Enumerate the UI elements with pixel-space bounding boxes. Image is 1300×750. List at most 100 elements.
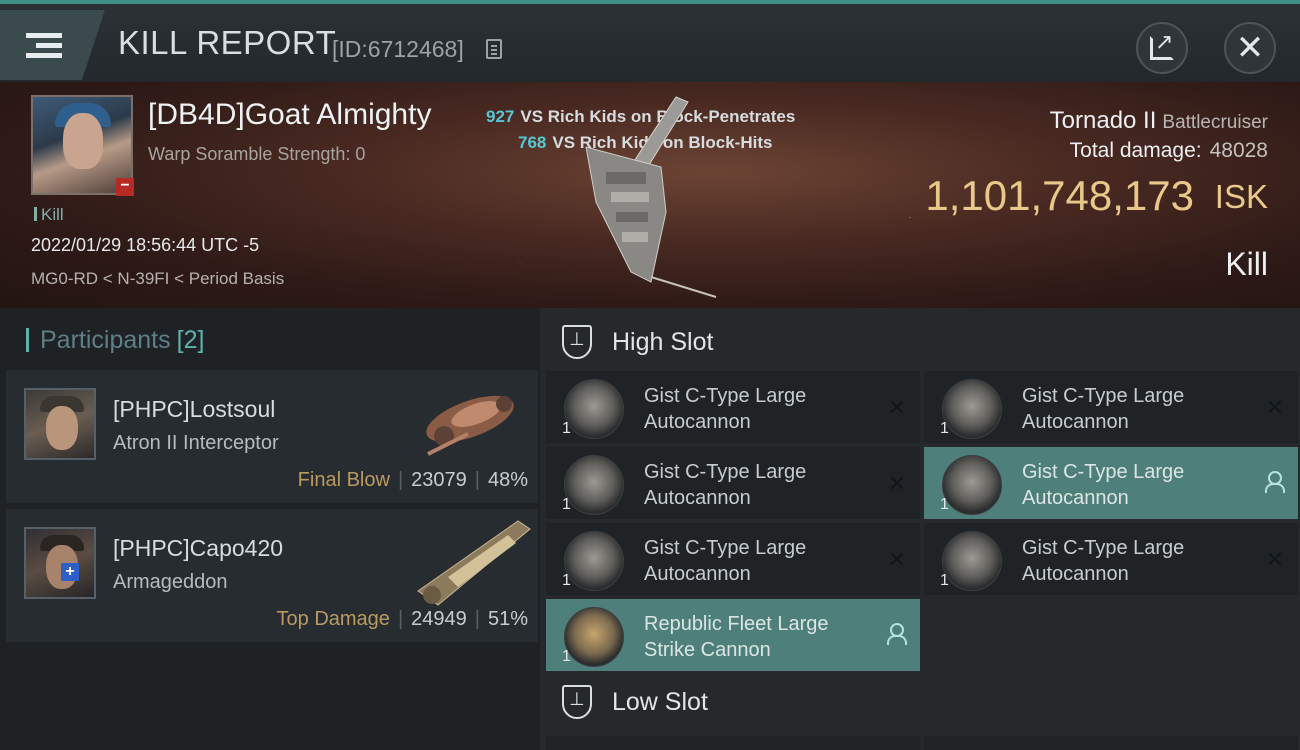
total-damage-label: Total damage: (1069, 139, 1202, 162)
close-button[interactable]: ✕ (1224, 22, 1276, 74)
report-id: [ID:6712468] (332, 36, 464, 62)
total-damage-value: 48028 (1209, 139, 1268, 162)
participant-damage: 23079 (411, 469, 467, 491)
warp-scramble-strength: Warp Soramble Strength: 0 (148, 144, 366, 164)
participants-panel: Participants [2] [PHPC]Lostsoul Atron II … (0, 308, 540, 750)
ship-class: Battlecruiser (1162, 112, 1268, 133)
module-quantity: 1 (940, 420, 949, 437)
module-slot[interactable]: 1 Gist C-Type Large Autocannon ✕ (546, 447, 920, 519)
participant-stats: Top Damage | 24949 | 51% (277, 608, 528, 631)
participant-name[interactable]: [PHPC]Lostsoul (113, 396, 275, 423)
module-slot[interactable]: 1 Gist C-Type Large Autocannon ✕ (924, 371, 1298, 443)
participant-card[interactable]: [PHPC]Lostsoul Atron II Interceptor Fina… (6, 370, 538, 503)
close-icon: ✕ (1235, 29, 1265, 67)
module-name: Gist C-Type Large Autocannon (644, 385, 807, 433)
module-quantity: 1 (940, 572, 949, 589)
kill-datetime: 2022/01/29 18:56:44 UTC -5 (31, 235, 260, 255)
low-slot-icon (562, 685, 592, 719)
isk-value: 1,101,748,173 (925, 172, 1194, 219)
total-damage: Total damage: 48028 (1070, 139, 1268, 163)
module-quantity: 1 (562, 496, 571, 513)
module-slot[interactable]: 1 Gist C-Type Large Autocannon ✕ (546, 371, 920, 443)
kill-tag: Kill (34, 205, 64, 225)
destroyed-icon: ✕ (887, 395, 906, 420)
destroyed-icon: ✕ (887, 471, 906, 496)
high-slot-icon (562, 325, 592, 359)
high-slot-label: High Slot (612, 327, 714, 356)
module-quantity: 1 (562, 572, 571, 589)
autocannon-icon (942, 455, 1002, 515)
participant-stats: Final Blow | 23079 | 48% (298, 469, 528, 492)
isk-unit: ISK (1214, 178, 1268, 215)
participants-label: Participants (40, 326, 171, 354)
module-quantity: 1 (940, 496, 949, 513)
participant-ship: Atron II Interceptor (113, 432, 279, 454)
module-name: Gist C-Type Large Autocannon (1022, 537, 1185, 585)
avatar[interactable] (24, 388, 96, 460)
plus-badge-icon: + (61, 563, 79, 581)
fitting-panel: High Slot 1 Gist C-Type Large Autocannon… (540, 308, 1300, 750)
module-name: Gist C-Type Large Autocannon (644, 461, 807, 509)
page-title: KILL REPORT (118, 24, 337, 61)
participant-damage: 24949 (411, 608, 467, 630)
result-label: Kill (1225, 246, 1268, 282)
share-button[interactable] (1136, 22, 1188, 74)
divider: | (474, 608, 480, 630)
victim-banner: − [DB4D]Goat Almighty Warp Soramble Stre… (0, 82, 1300, 308)
destroyed-icon: ✕ (1265, 395, 1284, 420)
divider: | (397, 608, 404, 630)
module-name: Gist C-Type Large Autocannon (1022, 385, 1185, 433)
copy-icon[interactable] (486, 39, 502, 59)
divider: | (474, 469, 480, 491)
destroyed-icon: ✕ (1265, 547, 1284, 572)
top-damage-label: Top Damage (276, 608, 390, 630)
minus-badge-icon: − (116, 178, 134, 196)
high-slot-header: High Slot (540, 312, 1300, 372)
divider: | (397, 469, 404, 491)
participants-count: [2] (176, 326, 205, 354)
strike-cannon-icon (564, 607, 624, 667)
autocannon-icon (942, 531, 1002, 591)
avatar-face (46, 406, 78, 450)
victim-ship-image[interactable] (556, 92, 736, 302)
participant-ship-image (426, 395, 514, 456)
menu-button[interactable] (0, 10, 105, 80)
module-name: Gist C-Type Large Autocannon (1022, 461, 1185, 509)
module-name: Republic Fleet Large Strike Cannon (644, 613, 829, 661)
header-bar: KILL REPORT [ID:6712468] ✕ (0, 0, 1300, 82)
module-slot[interactable] (546, 736, 920, 750)
autocannon-icon (942, 379, 1002, 439)
participant-ship-image (417, 520, 531, 606)
versus-number: 768 (518, 133, 547, 152)
ship-type: Tornado II (1049, 107, 1157, 134)
autocannon-icon (564, 379, 624, 439)
hamburger-icon (26, 28, 62, 63)
destroyed-icon: ✕ (887, 547, 906, 572)
participants-header: Participants [2] (26, 326, 204, 355)
participant-ship: Armageddon (113, 571, 228, 593)
module-slot-dropped[interactable]: 1 Gist C-Type Large Autocannon (924, 447, 1298, 519)
ship-name[interactable]: Tornado II Battlecruiser (1050, 107, 1268, 135)
final-blow-label: Final Blow (297, 469, 390, 491)
participant-name[interactable]: [PHPC]Capo420 (113, 535, 283, 562)
low-slot-label: Low Slot (612, 687, 708, 716)
dropped-person-icon (1264, 471, 1285, 493)
module-name: Gist C-Type Large Autocannon (644, 537, 807, 585)
participant-percent: 51% (487, 608, 528, 630)
module-slot[interactable]: 1 Gist C-Type Large Autocannon ✕ (546, 523, 920, 595)
autocannon-icon (564, 455, 624, 515)
module-quantity: 1 (562, 648, 571, 665)
module-slot-dropped[interactable]: 1 Republic Fleet Large Strike Cannon (546, 599, 920, 671)
portrait-face (63, 113, 103, 169)
victim-name[interactable]: [DB4D]Goat Almighty (148, 98, 431, 132)
module-slot[interactable]: 1 Gist C-Type Large Autocannon ✕ (924, 523, 1298, 595)
module-quantity: 1 (562, 420, 571, 437)
participant-card[interactable]: + [PHPC]Capo420 Armageddon Top Damage | 24… (6, 509, 538, 642)
autocannon-icon (564, 531, 624, 591)
versus-number: 927 (486, 107, 515, 126)
avatar[interactable] (24, 527, 96, 599)
module-slot[interactable] (924, 736, 1298, 750)
kill-location[interactable]: MG0-RD < N-39FI < Period Basis (31, 269, 284, 289)
low-slot-header: Low Slot (540, 672, 1300, 732)
share-icon (1150, 29, 1174, 60)
